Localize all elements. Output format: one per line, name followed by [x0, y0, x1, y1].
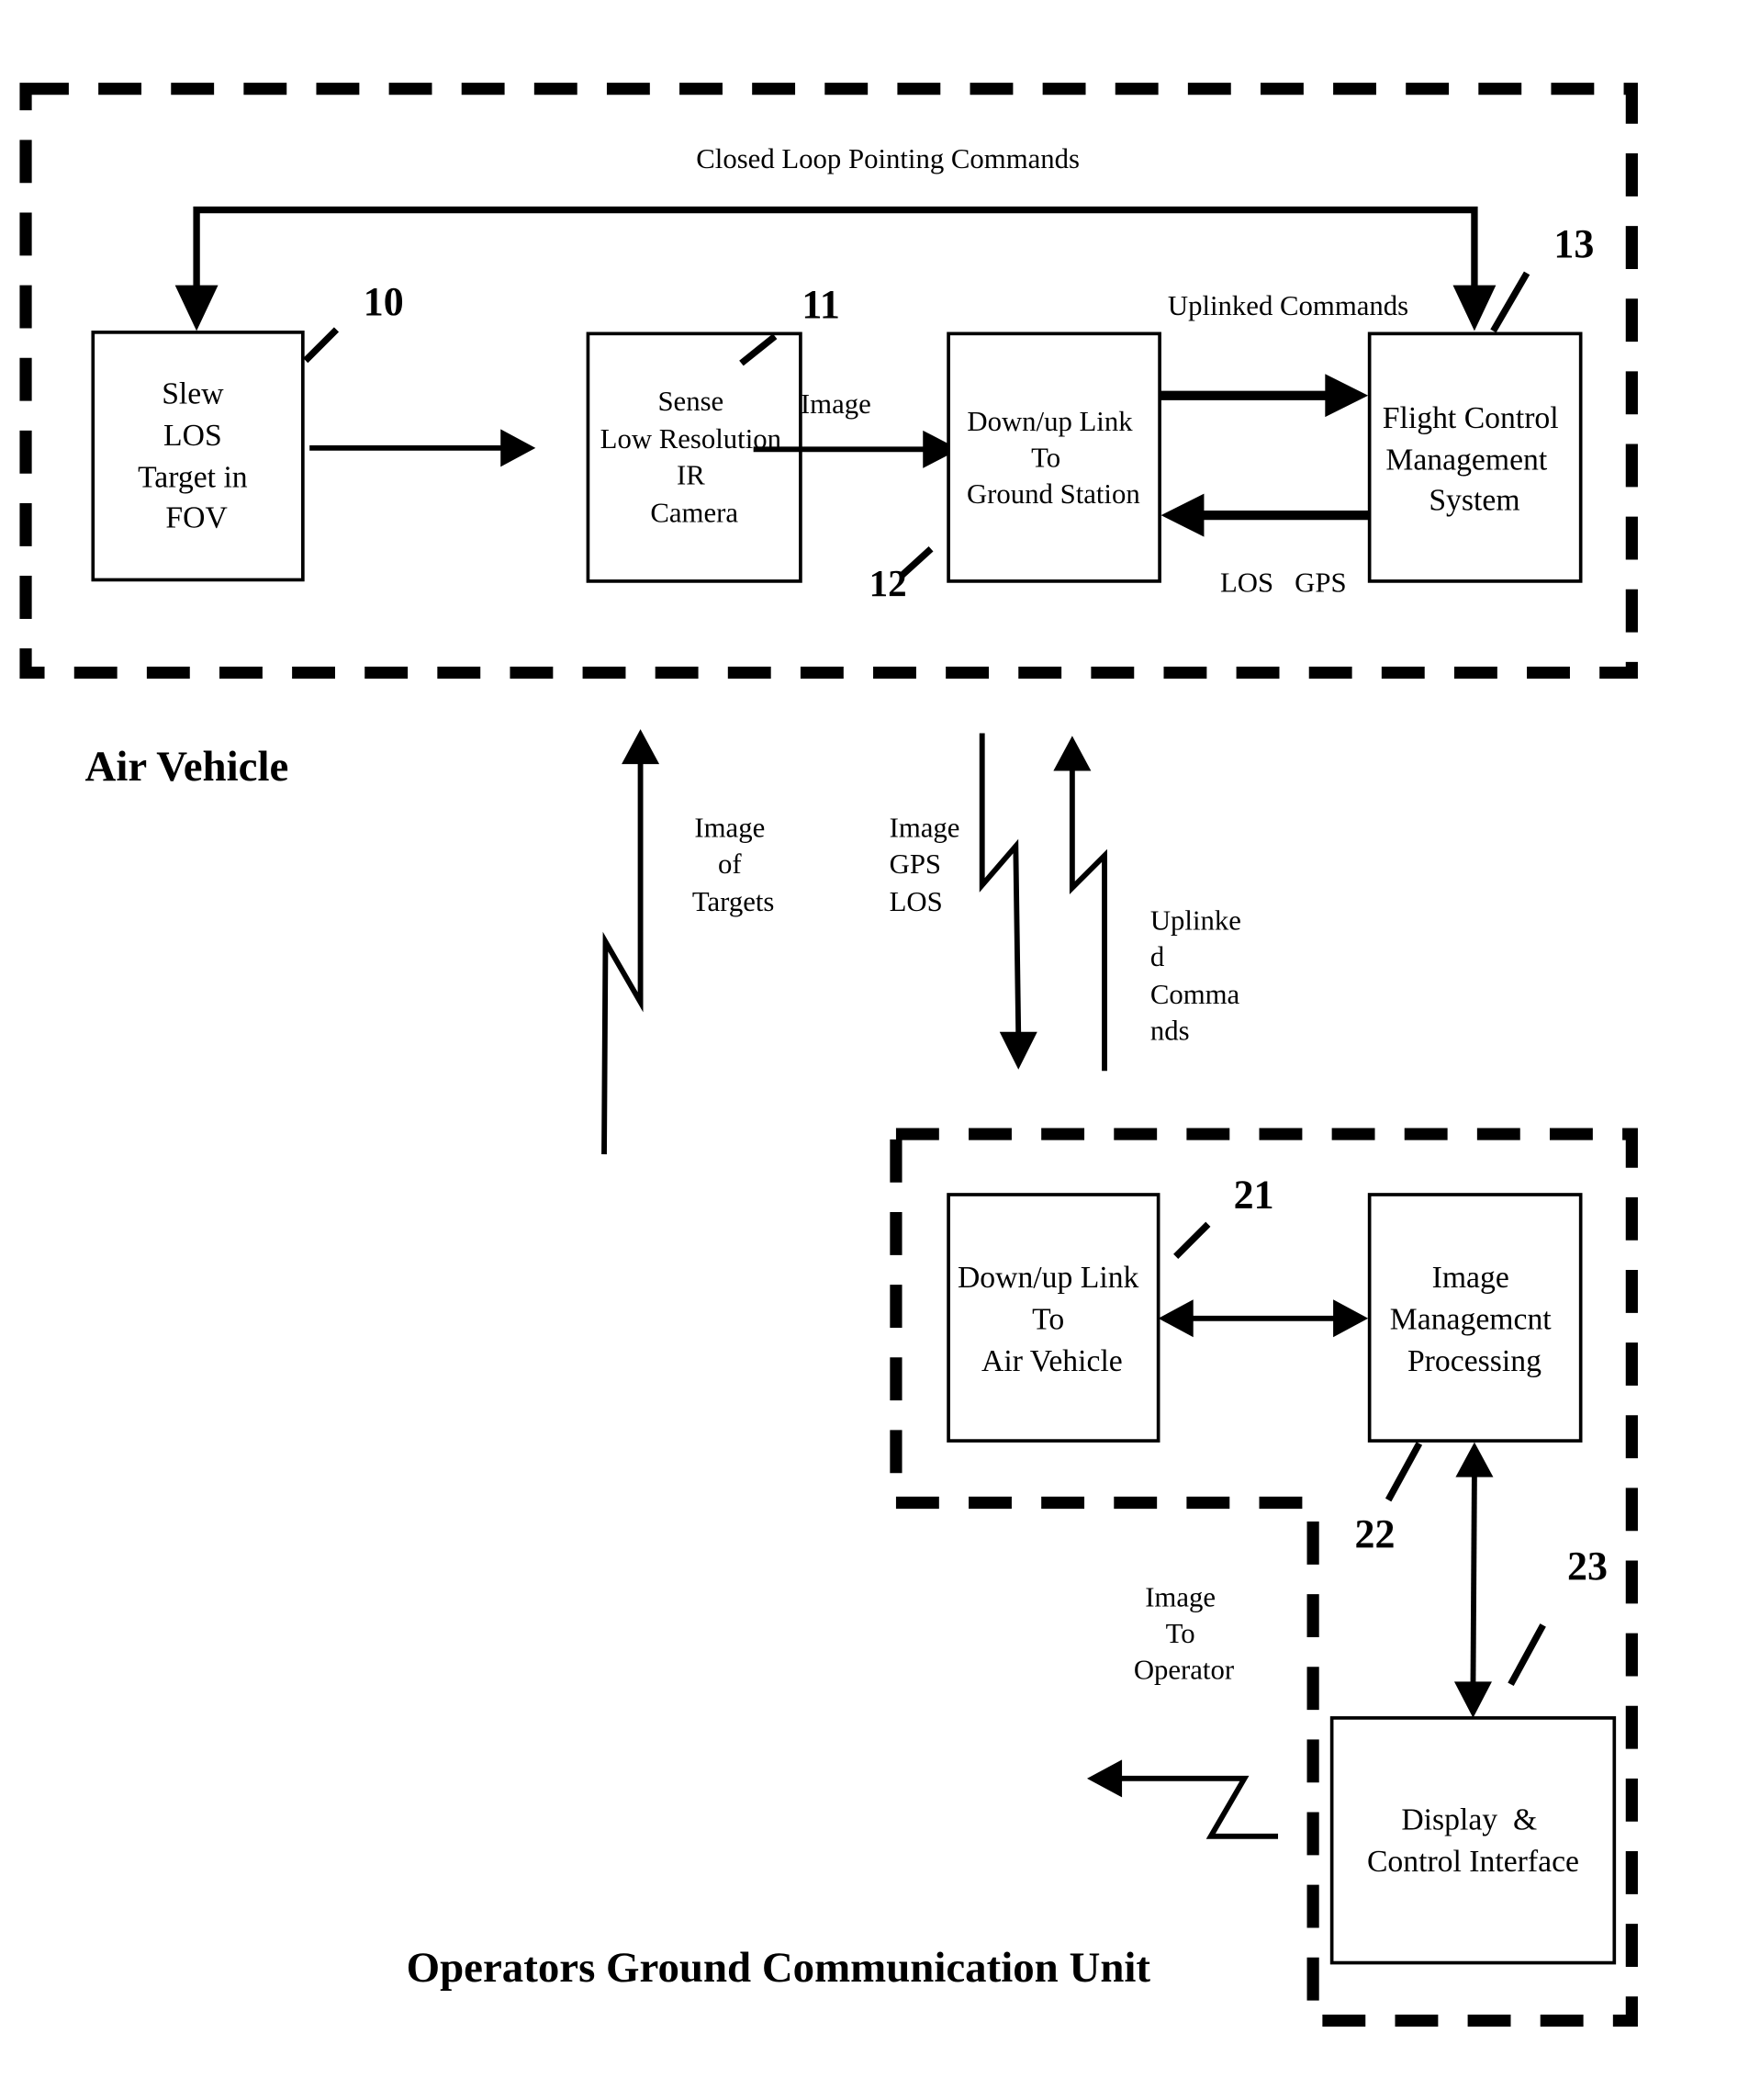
arrowhead-uplinked-commands	[1053, 736, 1092, 771]
ref-number-22: 22	[1355, 1511, 1396, 1556]
arrowhead-image-to-operator	[1086, 1759, 1123, 1798]
ref-number-11: 11	[802, 282, 840, 327]
downlink-ground-line-1: Down/up Link	[967, 406, 1133, 437]
image-of-targets-line-2: of	[718, 848, 742, 880]
uplinked-commands-link-label: Uplinke d Comma nds	[1150, 904, 1249, 1046]
display-line-1: Display &	[1401, 1803, 1537, 1837]
arrowhead-downlink-to-flight-control	[1325, 374, 1369, 418]
air-vehicle-title: Air Vehicle	[84, 743, 288, 791]
ref-number-12: 12	[869, 562, 907, 604]
block-image-management: Image Managemcnt Processing	[1367, 1193, 1583, 1443]
link-uplinked-commands	[1069, 767, 1107, 1072]
ref-number-23: 23	[1567, 1544, 1608, 1589]
uplinked-commands-line-3: Comma	[1150, 979, 1240, 1010]
image-mgmt-line-3: Processing	[1407, 1344, 1542, 1378]
image-mgmt-line-2: Managemcnt	[1390, 1303, 1552, 1337]
uplinked-commands-top-label: Uplinked Commands	[1168, 290, 1408, 321]
flight-control-line-2: Management	[1385, 443, 1547, 477]
link-image-of-targets	[601, 759, 644, 1155]
image-mgmt-line-1: Image	[1432, 1261, 1509, 1295]
arrowhead-image-gps-los	[999, 1031, 1037, 1070]
arrowhead-left-21-22	[1158, 1299, 1194, 1338]
image-gps-los-line-1: Image	[890, 812, 960, 843]
arrowhead-image-of-targets	[622, 729, 660, 765]
closed-loop-arrowhead-left	[174, 285, 219, 331]
los-gps-label: LOS GPS	[1220, 567, 1347, 599]
image-arrow-label: Image	[801, 388, 871, 420]
arrow-image-mgmt-to-display	[1470, 1473, 1477, 1685]
slew-line-1: Slew	[162, 377, 224, 411]
slew-line-3: Target in	[138, 460, 248, 494]
image-to-operator-line-3: Operator	[1134, 1654, 1234, 1685]
display-line-2: Control Interface	[1367, 1845, 1579, 1879]
block-slew-los: Slew LOS Target in FOV	[91, 331, 305, 582]
block-ir-camera: Sense Low Resolution IR Camera	[586, 331, 802, 583]
closed-loop-label: Closed Loop Pointing Commands	[696, 143, 1080, 174]
camera-line-4: Camera	[650, 497, 738, 528]
image-gps-los-line-2: GPS	[890, 848, 941, 880]
ground-unit-title: Operators Ground Communication Unit	[407, 1944, 1151, 1992]
ref-tick-22	[1385, 1442, 1423, 1502]
image-gps-los-label: Image GPS LOS	[890, 812, 968, 917]
downlink-air-line-1: Down/up Link	[958, 1261, 1139, 1295]
ref-tick-21	[1173, 1221, 1211, 1259]
slew-line-2: LOS	[163, 419, 222, 453]
arrowhead-flight-control-to-downlink	[1160, 493, 1205, 537]
ref-tick-10	[303, 327, 340, 364]
image-gps-los-line-3: LOS	[890, 886, 943, 917]
block-flight-control: Flight Control Management System	[1367, 331, 1583, 583]
image-of-targets-line-3: Targets	[692, 886, 775, 917]
camera-line-1: Sense	[657, 386, 723, 417]
block-downlink-ground-station: Down/up Link To Ground Station	[947, 331, 1161, 583]
ref-tick-13	[1490, 271, 1530, 333]
block-display-control: Display & Control Interface	[1329, 1716, 1617, 1965]
downlink-ground-line-2: To	[1031, 442, 1060, 473]
link-image-gps-los	[979, 733, 1022, 1037]
system-block-diagram: Closed Loop Pointing Commands Slew LOS T…	[19, 83, 1638, 2027]
image-to-operator-line-1: Image	[1145, 1581, 1216, 1612]
ref-tick-23	[1508, 1623, 1546, 1687]
downlink-ground-line-3: Ground Station	[967, 478, 1140, 510]
slew-line-4: FOV	[165, 500, 227, 534]
ref-number-13: 13	[1553, 221, 1594, 266]
uplinked-commands-line-2: d	[1150, 941, 1164, 972]
image-of-targets-label: Image of Targets	[692, 812, 775, 917]
image-to-operator-line-2: To	[1166, 1618, 1195, 1649]
uplinked-commands-line-4: nds	[1150, 1016, 1190, 1047]
arrowhead-down-22-23	[1453, 1681, 1492, 1718]
flight-control-line-3: System	[1429, 483, 1519, 517]
closed-loop-arrowhead-right	[1452, 285, 1497, 331]
downlink-air-line-2: To	[1032, 1303, 1064, 1337]
arrowhead-up-22-23	[1455, 1442, 1494, 1477]
arrowhead-right-21-22	[1333, 1299, 1369, 1338]
downlink-air-line-3: Air Vehicle	[981, 1344, 1123, 1378]
link-image-to-operator	[1119, 1775, 1279, 1839]
image-of-targets-line-1: Image	[694, 812, 765, 843]
block-downlink-air-vehicle: Down/up Link To Air Vehicle	[947, 1193, 1160, 1443]
camera-line-3: IR	[677, 459, 705, 490]
arrowhead-slew-to-camera	[500, 429, 536, 467]
ref-number-10: 10	[364, 279, 404, 324]
uplinked-commands-line-1: Uplinke	[1150, 904, 1241, 936]
ref-number-21: 21	[1234, 1173, 1274, 1218]
flight-control-line-1: Flight Control	[1383, 401, 1559, 435]
image-to-operator-label: Image To Operator	[1134, 1581, 1234, 1685]
